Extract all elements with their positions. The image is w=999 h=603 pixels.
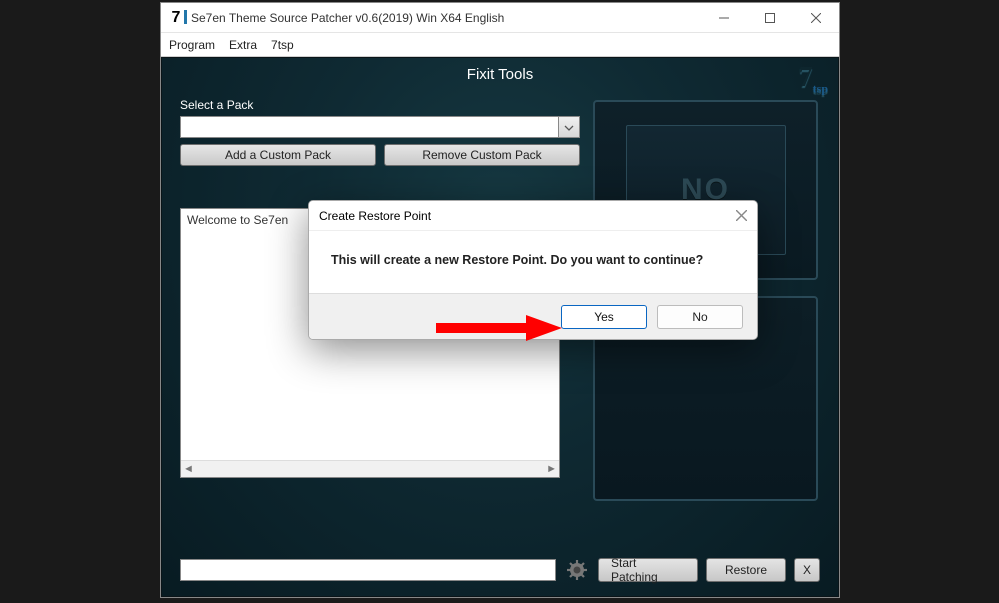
close-window-button[interactable] (793, 3, 839, 33)
window-title: Se7en Theme Source Patcher v0.6(2019) Wi… (191, 11, 701, 25)
pack-select[interactable] (180, 116, 558, 138)
pack-dropdown-button[interactable] (558, 116, 580, 138)
dialog-close-button[interactable] (736, 208, 747, 224)
no-button[interactable]: No (657, 305, 743, 329)
menu-7tsp[interactable]: 7tsp (271, 38, 294, 52)
menu-program[interactable]: Program (169, 38, 215, 52)
dialog-titlebar[interactable]: Create Restore Point (309, 201, 757, 231)
close-app-button[interactable]: X (794, 558, 820, 582)
titlebar[interactable]: 7 Se7en Theme Source Patcher v0.6(2019) … (161, 3, 839, 33)
minimize-button[interactable] (701, 3, 747, 33)
scroll-left-icon[interactable]: ◄ (183, 463, 194, 475)
bottom-bar: Start Patching Restore X (180, 558, 820, 582)
close-icon (736, 210, 747, 221)
app-icon: 7 (166, 8, 186, 28)
brand-logo: 7tsp (799, 62, 828, 97)
remove-custom-pack-button[interactable]: Remove Custom Pack (384, 144, 580, 166)
annotation-arrow (432, 315, 562, 341)
yes-button[interactable]: Yes (561, 305, 647, 329)
maximize-button[interactable] (747, 3, 793, 33)
add-custom-pack-button[interactable]: Add a Custom Pack (180, 144, 376, 166)
menu-extra[interactable]: Extra (229, 38, 257, 52)
gear-icon[interactable] (564, 559, 590, 581)
scroll-right-icon[interactable]: ► (546, 463, 557, 475)
start-patching-button[interactable]: Start Patching (598, 558, 698, 582)
status-field (180, 559, 556, 581)
restore-button[interactable]: Restore (706, 558, 786, 582)
chevron-down-icon (564, 120, 574, 134)
select-pack-label: Select a Pack (180, 98, 580, 112)
dialog-message: This will create a new Restore Point. Do… (309, 231, 757, 293)
menubar: Program Extra 7tsp (161, 33, 839, 57)
page-heading: Fixit Tools (162, 58, 838, 86)
dialog-title: Create Restore Point (319, 209, 431, 223)
horizontal-scrollbar[interactable]: ◄ ► (181, 460, 559, 477)
